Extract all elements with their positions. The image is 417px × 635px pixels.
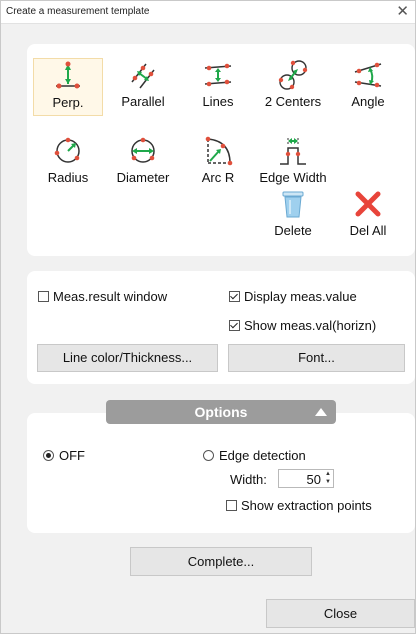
- tool-parallel[interactable]: Parallel: [108, 58, 178, 116]
- angle-icon: [354, 62, 382, 88]
- tool-delete-label: Delete: [274, 223, 312, 238]
- width-label: Width:: [230, 472, 267, 487]
- tool-lines[interactable]: Lines: [183, 58, 253, 116]
- lines-icon: [204, 63, 232, 87]
- tool-edge-width[interactable]: Edge Width: [258, 134, 328, 192]
- tool-perp-label: Perp.: [52, 95, 84, 110]
- tool-del-all-label: Del All: [349, 223, 387, 238]
- tool-diameter-label: Diameter: [116, 170, 170, 185]
- diameter-icon: [131, 137, 155, 163]
- tool-angle-label: Angle: [351, 94, 385, 109]
- edge-detection-label: Edge detection: [219, 448, 306, 463]
- collapse-up-icon: [315, 408, 327, 416]
- font-button[interactable]: Font...: [228, 344, 405, 372]
- tools-panel: Perp. Parallel Lines 2 Centers Angle Rad…: [27, 44, 415, 256]
- show-extraction-points-checkbox[interactable]: Show extraction points: [226, 498, 372, 513]
- show-extraction-points-label: Show extraction points: [241, 498, 372, 513]
- tool-perp[interactable]: Perp.: [33, 58, 103, 116]
- options-collapse-header[interactable]: Options: [106, 400, 336, 424]
- trash-icon: [282, 191, 304, 218]
- spin-down-icon[interactable]: ▼: [324, 478, 332, 486]
- checkbox-box: [226, 500, 237, 511]
- tool-edge-width-label: Edge Width: [259, 170, 327, 185]
- tool-radius-label: Radius: [47, 170, 89, 185]
- perpendicular-icon: [56, 61, 80, 89]
- tool-radius[interactable]: Radius: [33, 134, 103, 192]
- tool-delete[interactable]: Delete: [258, 187, 328, 245]
- off-label: OFF: [59, 448, 85, 463]
- dialog-window: Create a measurement template ✕ Perp. Pa…: [0, 0, 416, 634]
- display-meas-value-checkbox[interactable]: Display meas.value: [229, 289, 357, 304]
- show-meas-val-horizn-label: Show meas.val(horizn): [244, 318, 377, 333]
- radio-dot: [203, 450, 214, 461]
- window-close-icon[interactable]: ✕: [396, 2, 409, 20]
- tool-parallel-label: Parallel: [121, 94, 165, 109]
- display-meas-value-label: Display meas.value: [244, 289, 357, 304]
- show-meas-val-horizn-checkbox[interactable]: Show meas.val(horizn): [229, 318, 376, 333]
- tool-del-all[interactable]: Del All: [333, 187, 403, 245]
- radius-icon: [54, 137, 80, 163]
- window-title: Create a measurement template: [6, 6, 150, 17]
- meas-result-window-label: Meas.result window: [53, 289, 168, 304]
- display-settings-panel: Meas.result window Display meas.value Sh…: [27, 271, 415, 384]
- off-radio[interactable]: OFF: [43, 448, 85, 463]
- spin-up-icon[interactable]: ▲: [324, 470, 332, 478]
- two-centers-icon: [278, 60, 308, 90]
- width-value: 50: [306, 472, 321, 487]
- checkbox-box-checked: [229, 320, 240, 331]
- line-color-thickness-button[interactable]: Line color/Thickness...: [37, 344, 218, 372]
- tool-angle[interactable]: Angle: [333, 58, 403, 116]
- options-panel: OFF Edge detection Width: Show extractio…: [27, 413, 415, 533]
- radio-dot-checked: [43, 450, 54, 461]
- tool-diameter[interactable]: Diameter: [108, 134, 178, 192]
- checkbox-box: [38, 291, 49, 302]
- edge-width-icon: [280, 138, 306, 165]
- tool-arc-r-label: Arc R: [201, 170, 235, 185]
- width-spin-input[interactable]: 50 ▲ ▼: [278, 469, 334, 488]
- tool-2-centers[interactable]: 2 Centers: [258, 58, 328, 116]
- arc-radius-icon: [205, 136, 233, 166]
- edge-detection-radio[interactable]: Edge detection: [203, 448, 306, 463]
- tool-lines-label: Lines: [202, 94, 234, 109]
- close-button[interactable]: Close: [266, 599, 415, 628]
- parallel-icon: [131, 63, 155, 89]
- options-header-label: Options: [194, 404, 248, 420]
- complete-button[interactable]: Complete...: [130, 547, 312, 576]
- tool-arc-r[interactable]: Arc R: [183, 134, 253, 192]
- tool-2-centers-label: 2 Centers: [264, 94, 322, 109]
- delete-all-x-icon: [355, 191, 381, 217]
- checkbox-box-checked: [229, 291, 240, 302]
- title-bar: Create a measurement template ✕: [1, 1, 415, 24]
- meas-result-window-checkbox[interactable]: Meas.result window: [38, 289, 167, 304]
